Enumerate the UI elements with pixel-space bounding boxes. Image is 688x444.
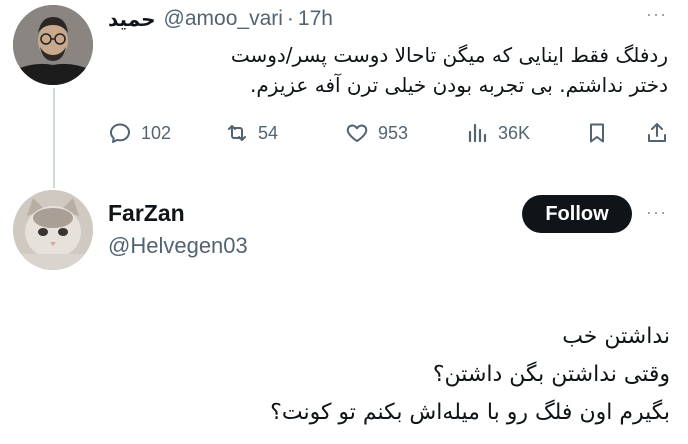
share-icon [648, 123, 666, 142]
tweet-text-line: وقتی نداشتن بگن داشتن؟ [432, 362, 670, 387]
more-options-icon[interactable]: ··· [646, 4, 667, 25]
avatar[interactable] [13, 190, 93, 270]
tweet-text: نداشتن خب وقتی نداشتن بگن داشتن؟ بگیرم ا… [110, 318, 670, 432]
retweet-button[interactable]: 54 [225, 118, 278, 148]
bookmark-button[interactable] [585, 118, 618, 148]
author-handle[interactable]: @amoo_vari [164, 7, 283, 31]
author-name[interactable]: حمید [108, 7, 156, 31]
reply-icon [110, 123, 130, 143]
views-button[interactable]: 36K [465, 118, 530, 148]
reply-button[interactable]: 102 [108, 118, 171, 148]
user-photo-icon [13, 5, 93, 85]
tweet-text-line: نداشتن خب [562, 324, 670, 349]
thread-connector-line [53, 88, 55, 188]
retweet-icon [228, 125, 246, 141]
author-name[interactable]: FarZan [108, 200, 185, 227]
separator-dot: · [286, 7, 294, 30]
follow-button[interactable]: Follow [522, 195, 632, 233]
bookmark-icon [590, 123, 604, 143]
retweet-count: 54 [258, 122, 279, 143]
heart-icon [346, 124, 368, 142]
more-options-icon[interactable]: ··· [646, 202, 667, 223]
tweet-actions-bar: 102 54 953 36K [108, 118, 673, 148]
views-count: 36K [498, 122, 531, 143]
avatar[interactable] [13, 5, 93, 85]
reply-count: 102 [141, 122, 172, 143]
like-button[interactable]: 953 [345, 118, 408, 148]
cat-photo-icon [13, 190, 93, 270]
tweet-header: حمید @amoo_vari · 17h [108, 4, 333, 34]
views-icon [468, 123, 487, 143]
like-count: 953 [378, 122, 409, 143]
tweet-timestamp[interactable]: 17h [298, 7, 333, 31]
author-handle[interactable]: @Helvegen03 [108, 233, 248, 259]
tweet-text-line: بگیرم اون فلگ رو با میله‌اش بکنم تو کونت… [270, 400, 670, 425]
tweet-text-line: ردفلگ فقط اینایی که میگن تاحالا دوست پسر… [230, 43, 668, 67]
tweet-text-line: دختر نداشتم. بی تجربه بودن خیلی ترن آفه … [250, 73, 668, 97]
share-button[interactable] [645, 118, 678, 148]
tweet-text: ردفلگ فقط اینایی که میگن تاحالا دوست پسر… [108, 40, 668, 100]
